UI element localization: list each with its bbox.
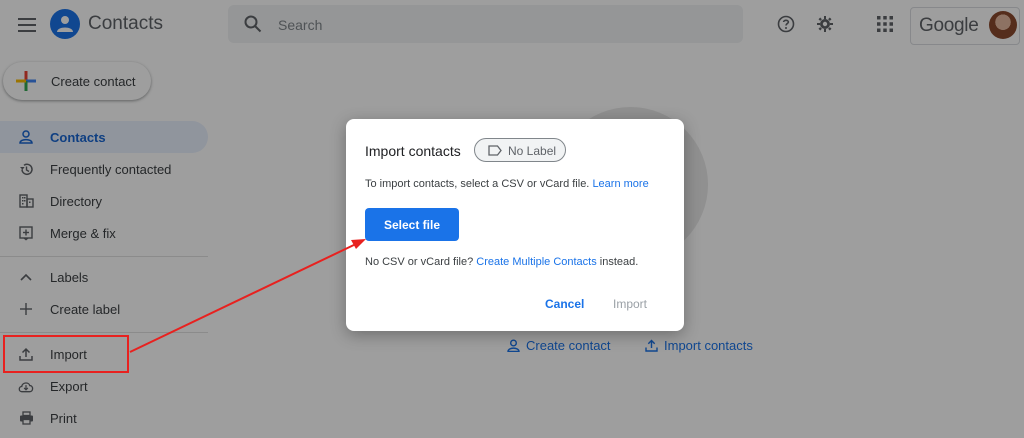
annotation-arrow — [129, 239, 366, 353]
